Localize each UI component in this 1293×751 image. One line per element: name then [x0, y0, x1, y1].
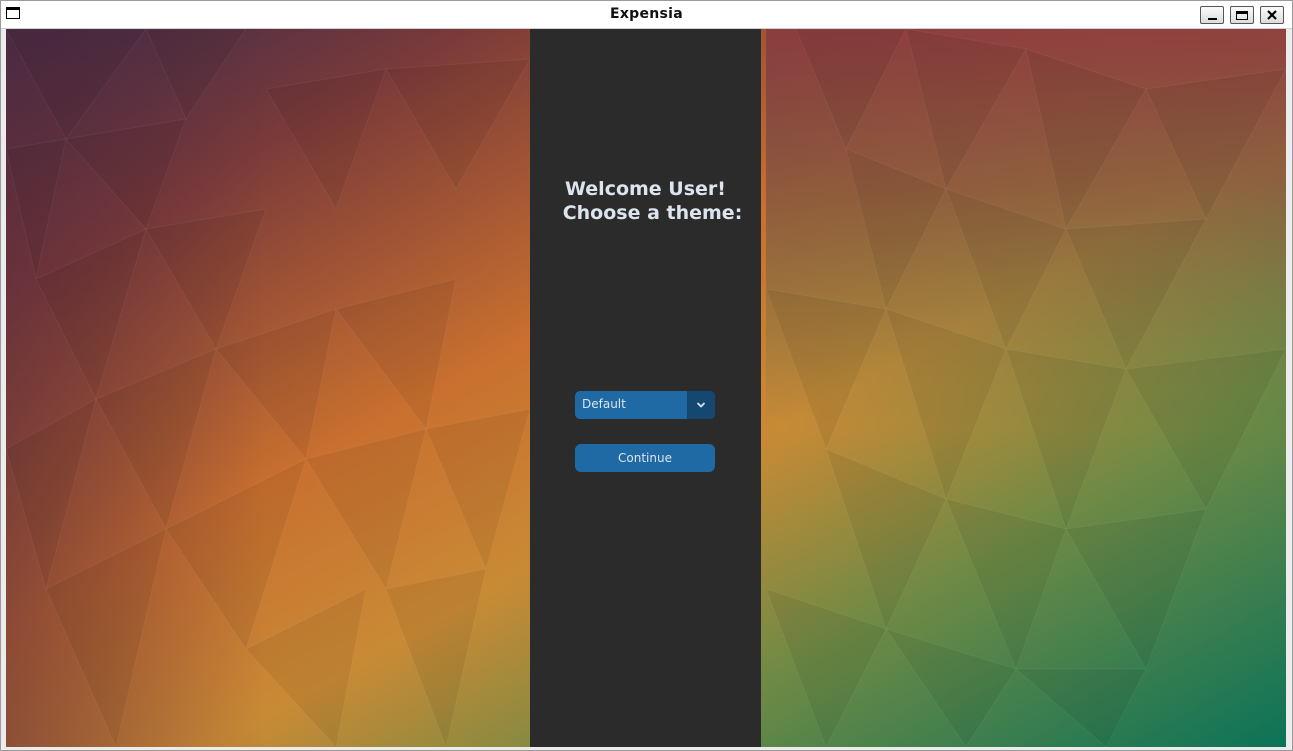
app-content: Welcome User! Choose a theme: Default Co…: [6, 29, 1286, 747]
maximize-button[interactable]: [1230, 6, 1254, 24]
minimize-button[interactable]: [1200, 6, 1224, 24]
minimize-icon: [1207, 18, 1217, 20]
title-bar[interactable]: Expensia: [1, 1, 1292, 29]
window-title: Expensia: [609, 6, 684, 22]
continue-button[interactable]: Continue: [575, 444, 715, 472]
close-icon: [1267, 10, 1277, 20]
theme-dropdown[interactable]: Default: [575, 391, 715, 419]
close-button[interactable]: [1260, 6, 1284, 24]
maximize-icon: [1236, 10, 1248, 20]
chevron-down-icon: [696, 402, 706, 408]
choose-theme-line: Choose a theme:: [562, 202, 743, 224]
app-window: Expensia Welcome User! Choose a theme: D…: [0, 0, 1293, 751]
welcome-line: Welcome User!: [565, 178, 726, 200]
theme-dropdown-toggle[interactable]: [687, 391, 715, 419]
theme-dropdown-value: Default: [582, 397, 626, 411]
theme-panel: Welcome User! Choose a theme: Default Co…: [530, 29, 761, 747]
welcome-heading: Welcome User! Choose a theme:: [530, 177, 761, 225]
